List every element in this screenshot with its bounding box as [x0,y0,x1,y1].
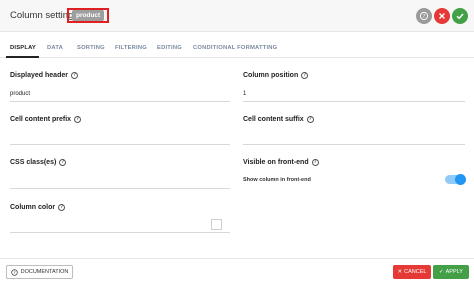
column-position-input[interactable]: 1 [243,88,465,102]
css-classes-input[interactable] [10,175,230,189]
visible-frontend-toggle[interactable] [445,174,466,185]
column-name-badge: product [67,8,110,23]
modal-header: Column settings: product ? [0,0,474,32]
help-icon[interactable]: ? [301,72,309,79]
active-tab-indicator [6,56,39,58]
close-button[interactable] [434,8,450,24]
help-icon[interactable]: ? [311,159,319,166]
cell-suffix-input[interactable] [243,131,465,145]
documentation-button[interactable]: ? DOCUMENTATION [6,265,73,279]
check-icon: ✓ [439,269,444,275]
cell-prefix-input[interactable] [10,131,230,145]
cell-prefix-label: Cell content prefix? [10,116,82,123]
apply-label: APPLY [445,269,463,275]
show-column-text: Show column in front-end [243,177,311,183]
help-icon[interactable]: ? [74,116,82,123]
apply-button[interactable]: ✓ APPLY [433,265,469,279]
tab-sorting[interactable]: SORTING [77,45,105,51]
help-circle-icon: ? [10,268,18,276]
displayed-header-input[interactable]: product [10,88,230,102]
css-classes-label: CSS class(es)? [10,159,67,166]
help-circle-icon: ? [419,11,429,21]
column-color-input[interactable] [10,219,230,233]
help-button[interactable]: ? [416,8,432,24]
tab-conditional-formatting[interactable]: CONDITIONAL FORMATTING [193,45,277,51]
confirm-button[interactable] [452,8,468,24]
help-icon[interactable]: ? [58,204,66,211]
column-position-label: Column position? [243,72,309,79]
column-name-label: product [72,10,105,21]
tab-filtering[interactable]: FILTERING [115,45,147,51]
svg-text:?: ? [423,14,426,20]
help-icon[interactable]: ? [59,159,67,166]
cancel-label: CANCEL [404,269,427,275]
visible-frontend-label: Visible on front-end? [243,159,319,166]
color-swatch[interactable] [211,219,222,230]
displayed-header-label: Displayed header? [10,72,78,79]
help-icon[interactable]: ? [306,116,314,123]
documentation-label: DOCUMENTATION [20,269,69,275]
cell-suffix-label: Cell content suffix? [243,116,314,123]
help-icon[interactable]: ? [70,72,78,79]
toggle-knob [455,174,466,185]
settings-tabs: DISPLAY DATA SORTING FILTERING EDITING C… [0,40,474,58]
tab-data[interactable]: DATA [47,45,63,51]
svg-text:?: ? [13,270,15,275]
tab-display[interactable]: DISPLAY [10,45,36,51]
tab-editing[interactable]: EDITING [157,45,182,51]
cancel-button[interactable]: ✕ CANCEL [393,265,431,279]
column-color-label: Column color? [10,204,66,211]
check-icon [456,13,464,20]
close-icon [439,13,445,19]
close-icon: ✕ [397,269,403,275]
